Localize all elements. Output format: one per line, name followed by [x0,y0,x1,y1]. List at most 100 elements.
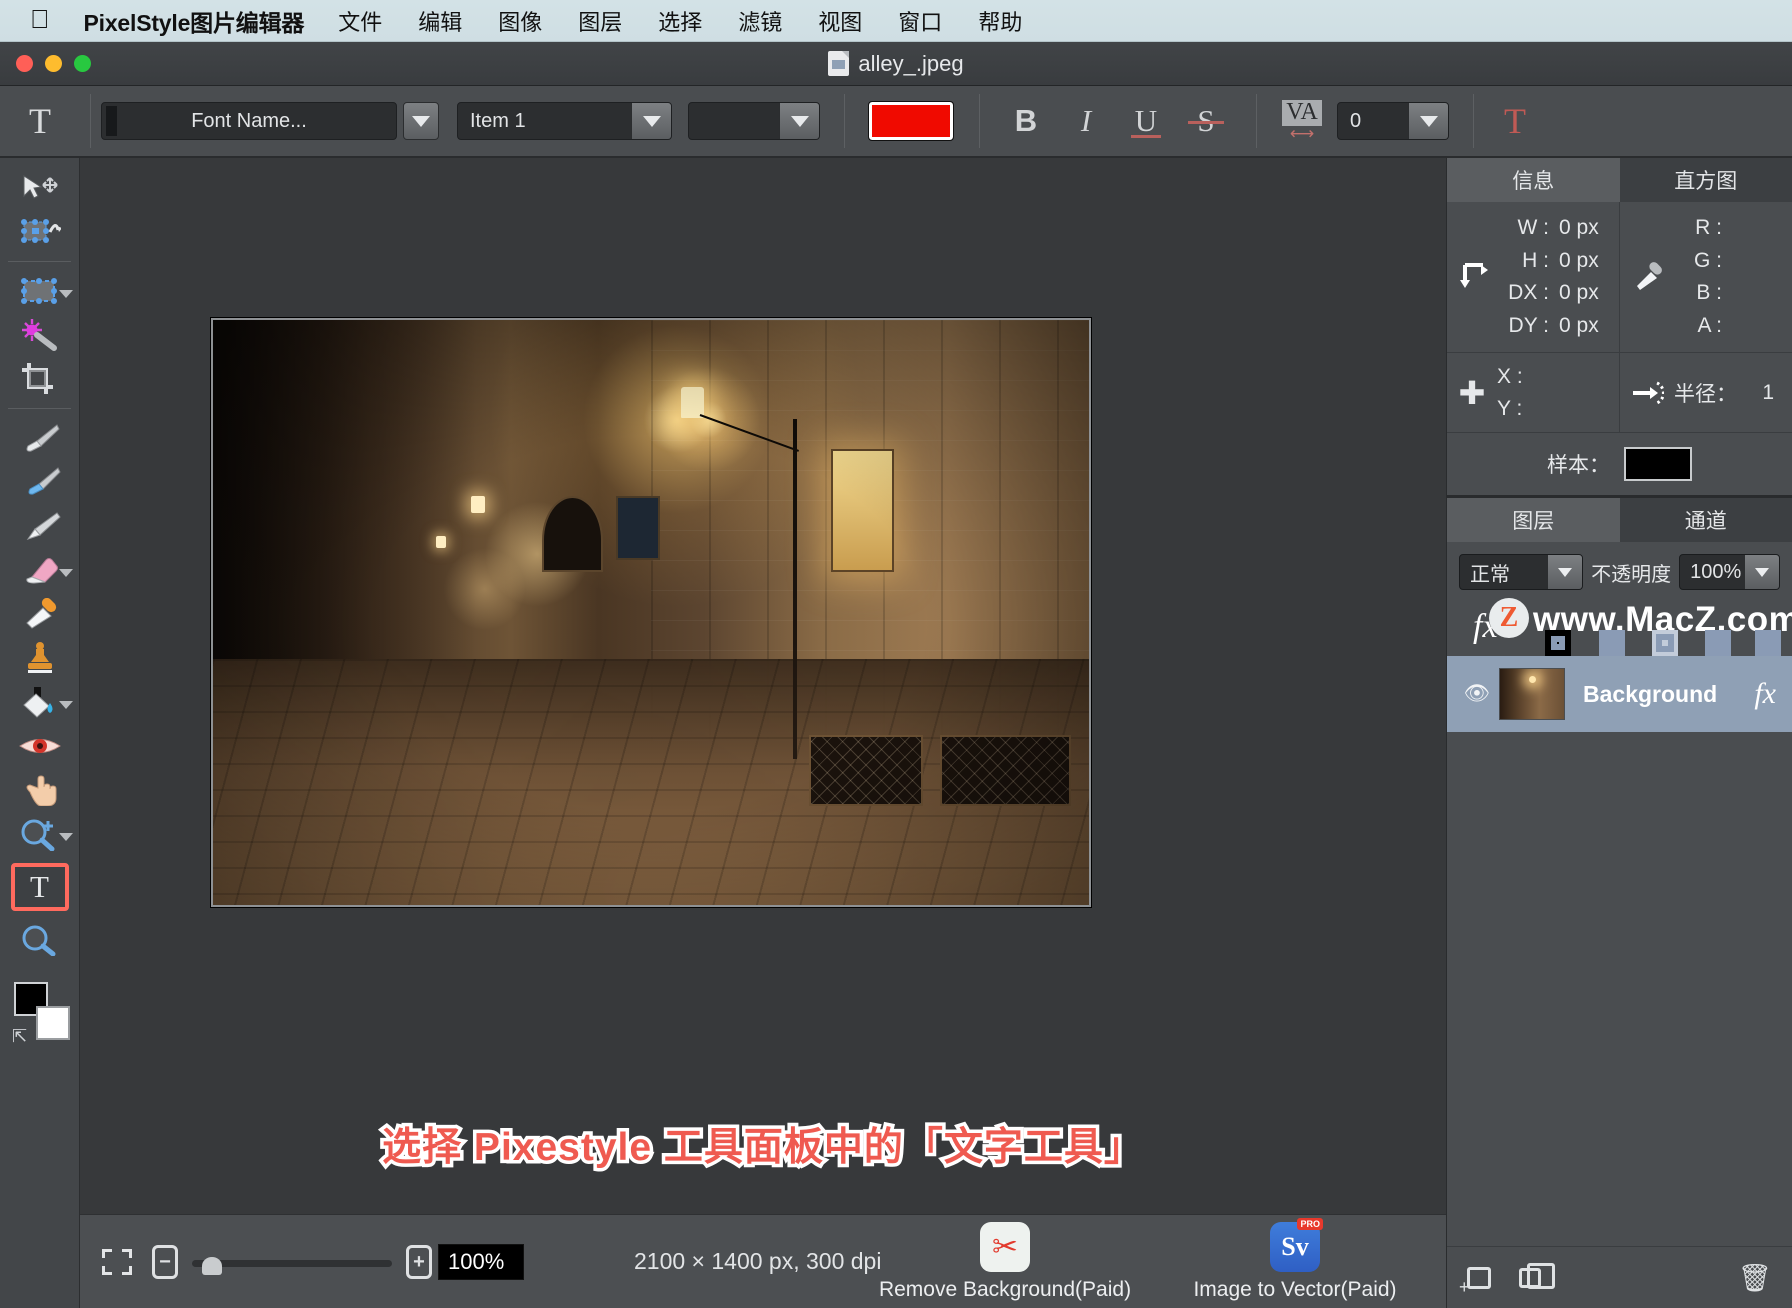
alley-photograph [213,320,1089,905]
sample-color-swatch[interactable] [1624,447,1692,481]
tool-paint-bucket[interactable] [0,680,79,724]
kerning-dropdown-button[interactable] [1408,103,1448,139]
tab-info[interactable]: 信息 [1447,158,1620,202]
blend-mode-dropdown-button[interactable] [1548,555,1582,589]
tool-red-eye[interactable] [0,724,79,768]
tool-move[interactable] [0,166,79,210]
tool-text[interactable]: T [0,856,79,918]
zoom-slider[interactable] [192,1245,392,1279]
swap-colors-icon[interactable]: ⇱ [12,1026,27,1047]
canvas-column: 选择 Pixestyle 工具面板中的「文字工具」 − + 100% 2100 … [80,158,1446,1308]
eyedropper-icon [1620,261,1678,293]
app-name-menu[interactable]: PixelStyle图片编辑器 [84,4,305,38]
menu-item-window[interactable]: 窗口 [898,5,942,37]
position-radius-block: ✚ X : Y : 半径： 1 [1447,353,1792,433]
strikethrough-button[interactable]: S [1176,99,1236,143]
font-style-dropdown-button[interactable] [631,103,671,139]
underline-button[interactable]: U [1116,99,1176,143]
text-tool-selected-frame[interactable]: T [11,863,69,911]
menu-item-view[interactable]: 视图 [818,5,862,37]
font-style-select[interactable]: Item 1 [457,102,672,140]
tool-eraser[interactable] [0,548,79,592]
menu-item-filter[interactable]: 滤镜 [738,5,782,37]
watermark-square-5 [1755,630,1781,656]
tool-clone-stamp[interactable] [0,636,79,680]
font-name-dropdown-button[interactable] [403,102,439,140]
background-color-swatch[interactable] [36,1006,70,1040]
canvas-area[interactable]: 选择 Pixestyle 工具面板中的「文字工具」 [80,158,1446,1214]
remove-background-feature[interactable]: ✂ Remove Background(Paid) [890,1222,1120,1302]
menu-item-file[interactable]: 文件 [338,5,382,37]
tool-rect-select[interactable] [0,269,79,313]
crop-icon [21,362,59,396]
blend-mode-select[interactable]: 正常 [1459,554,1583,590]
tool-zoom-out[interactable] [0,918,79,962]
italic-button[interactable]: I [1056,99,1116,143]
info-row-a: A : [1678,310,1780,343]
duplicate-layer-button[interactable] [1519,1268,1541,1288]
tab-layers[interactable]: 图层 [1447,498,1620,542]
tab-histogram[interactable]: 直方图 [1620,158,1792,202]
tool-magic-wand[interactable] [0,313,79,357]
tool-crop[interactable] [0,357,79,401]
opacity-select[interactable]: 100% [1679,554,1780,590]
kerning-select[interactable]: 0 [1337,102,1449,140]
zoom-in-button[interactable]: + [406,1245,432,1279]
chevron-down-icon [1420,116,1438,127]
chevron-down-icon[interactable] [59,569,73,577]
text-tool-icon: T [29,100,51,142]
tool-palette: T ⇱ [0,158,80,1308]
kerning-va-glyph: VA [1282,100,1322,125]
info-row-y: Y : [1497,393,1523,425]
radius-value[interactable]: 1 [1762,381,1792,405]
layer-row-background[interactable]: 👁 Background fx [1447,656,1792,732]
zoom-slider-knob[interactable] [202,1257,222,1275]
tool-airbrush[interactable] [0,460,79,504]
layer-tab-bar: 图层 通道 [1447,498,1792,542]
watermark-square-2 [1599,630,1625,656]
image-canvas[interactable] [211,318,1091,907]
menu-item-image[interactable]: 图像 [498,5,542,37]
chevron-down-icon[interactable] [59,833,73,841]
text-advanced-options-button[interactable]: T [1480,100,1550,142]
menu-item-select[interactable]: 选择 [658,5,702,37]
apple-logo-icon[interactable]:  [30,6,50,32]
font-size-select[interactable] [688,102,820,140]
toolbar-divider-4 [1256,94,1257,148]
magnifier-icon [18,924,62,956]
chevron-down-icon[interactable] [59,290,73,298]
tool-transform[interactable] [0,210,79,254]
tool-zoom-in[interactable] [0,812,79,856]
tool-paintbrush[interactable] [0,416,79,460]
zoom-level-field[interactable]: 100% [438,1244,524,1280]
crosshair-icon: ✚ [1447,377,1497,409]
layer-footer-toolbar: 🗑 [1447,1246,1792,1308]
tool-eyedropper[interactable] [0,592,79,636]
new-layer-button[interactable] [1467,1267,1491,1289]
pencil-icon [19,511,61,541]
fit-to-screen-icon[interactable] [102,1249,132,1275]
menu-item-edit[interactable]: 编辑 [418,5,462,37]
hand-icon [20,774,60,806]
layer-visibility-icon[interactable]: 👁 [1461,682,1493,706]
layer-name[interactable]: Background [1565,681,1754,708]
font-size-dropdown-button[interactable] [779,103,819,139]
opacity-dropdown-button[interactable] [1745,555,1779,589]
zoom-out-button[interactable]: − [152,1245,178,1279]
layer-fx-icon[interactable]: fx [1754,677,1776,711]
tool-hand[interactable] [0,768,79,812]
image-to-vector-feature[interactable]: Sv PRO Image to Vector(Paid) [1180,1222,1410,1302]
radius-label: 半径： [1674,378,1737,408]
chevron-down-icon[interactable] [59,701,73,709]
font-name-field[interactable]: Font Name... [101,102,397,140]
tab-channels[interactable]: 通道 [1620,498,1792,542]
document-filename: alley_.jpeg [858,51,963,77]
menu-item-layer[interactable]: 图层 [578,5,622,37]
text-options-icon: T [1504,100,1526,142]
menu-item-help[interactable]: 帮助 [978,5,1022,37]
pro-badge: PRO [1297,1218,1323,1230]
delete-layer-button[interactable]: 🗑 [1738,1262,1772,1294]
tool-pencil[interactable] [0,504,79,548]
text-color-swatch[interactable] [869,102,953,140]
bold-button[interactable]: B [996,99,1056,143]
